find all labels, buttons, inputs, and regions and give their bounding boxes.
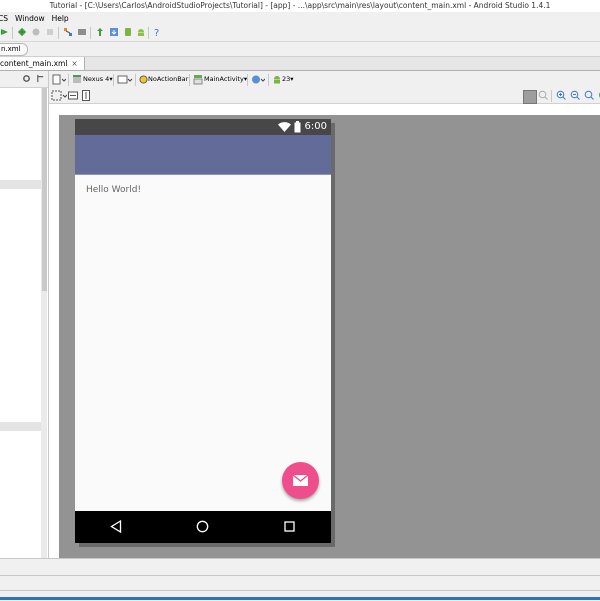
window-title: Tutorial - [C:\Users\Carlos\AndroidStudi… <box>0 0 600 12</box>
android-api-icon[interactable] <box>272 74 282 85</box>
structure-icon[interactable] <box>63 27 73 37</box>
view-mode-icon[interactable] <box>51 90 67 101</box>
palette-scroll-thumb[interactable] <box>42 83 47 291</box>
floating-action-button[interactable] <box>282 462 319 499</box>
home-icon[interactable] <box>196 520 209 533</box>
gear-icon[interactable] <box>22 74 31 83</box>
app-bar <box>75 135 331 175</box>
zoom-actual-icon[interactable] <box>538 90 548 101</box>
theme-icon[interactable] <box>139 74 148 85</box>
activity-name: MainActivity <box>204 75 244 83</box>
zoom-out-icon[interactable] <box>570 90 580 101</box>
menu-window[interactable]: Window <box>15 12 45 25</box>
activity-icon[interactable] <box>193 74 203 85</box>
download-icon[interactable] <box>109 27 119 37</box>
sdk-icon[interactable] <box>77 27 87 37</box>
status-bar: 6:00 <box>75 119 331 135</box>
zoom-in-icon[interactable] <box>556 90 566 101</box>
run-icon[interactable] <box>0 27 10 37</box>
api-level: 23 <box>282 75 291 83</box>
svg-text:?: ? <box>154 28 159 37</box>
close-icon[interactable]: × <box>71 59 77 68</box>
menu-bar: CS Window Help <box>0 12 600 25</box>
designer-zoom-toolbar <box>49 88 600 104</box>
tab-label: content_main.xml <box>0 59 68 68</box>
palette-toolbar <box>0 71 48 88</box>
layout-variant-icon[interactable] <box>52 74 66 85</box>
back-icon[interactable] <box>110 520 122 533</box>
sync-icon[interactable] <box>95 27 105 37</box>
android-monitor-icon[interactable] <box>123 27 133 37</box>
email-icon <box>293 475 308 486</box>
help-icon[interactable]: ? <box>152 27 162 37</box>
device-icon[interactable] <box>72 74 82 85</box>
breadcrumb[interactable]: n.xml <box>0 43 28 56</box>
orientation-icon[interactable] <box>117 74 133 85</box>
stop-icon[interactable] <box>45 27 55 37</box>
tool-window-bar <box>0 575 600 590</box>
attach-icon[interactable] <box>31 27 41 37</box>
content-area[interactable]: Hello World! <box>75 175 331 511</box>
preview-toggle[interactable] <box>523 90 537 104</box>
hello-world-textview[interactable]: Hello World! <box>86 184 141 196</box>
status-clock: 6:00 <box>304 121 327 132</box>
globe-icon[interactable] <box>251 74 265 85</box>
editor-bottom-tabs <box>0 558 600 575</box>
fit-width-icon[interactable] <box>68 90 78 101</box>
device-selector[interactable]: Nexus 4▾ <box>83 74 113 85</box>
palette-section-header[interactable] <box>0 180 41 189</box>
palette-panel <box>0 71 49 558</box>
tab-content-main[interactable]: content_main.xml × <box>0 57 85 70</box>
android-icon[interactable] <box>136 27 146 37</box>
menu-help[interactable]: Help <box>52 12 69 25</box>
phone-nav-bar <box>75 511 331 543</box>
editor-tab-bar: content_main.xml × <box>0 57 600 71</box>
navigation-bar: n.xml <box>0 42 600 57</box>
theme-selector[interactable]: NoActionBar <box>148 74 188 85</box>
designer-toolbar: Nexus 4▾ NoActionBar MainActivity▾ 23▾ <box>49 72 600 88</box>
palette-section-header[interactable] <box>0 422 41 431</box>
menu-vcs[interactable]: CS <box>0 12 8 25</box>
device-name: Nexus 4 <box>83 75 110 83</box>
fit-height-icon[interactable] <box>81 90 91 101</box>
pin-icon[interactable] <box>36 74 45 83</box>
recents-icon[interactable] <box>284 521 295 532</box>
api-level-selector[interactable]: 23▾ <box>282 74 294 85</box>
battery-icon <box>294 121 301 133</box>
wifi-icon <box>278 122 291 132</box>
activity-selector[interactable]: MainActivity▾ <box>204 74 247 85</box>
zoom-fit-icon[interactable] <box>584 90 594 101</box>
main-toolbar: ? <box>0 25 600 42</box>
debug-icon[interactable] <box>17 27 27 37</box>
phone-preview[interactable]: 6:00 Hello World! <box>75 119 331 543</box>
